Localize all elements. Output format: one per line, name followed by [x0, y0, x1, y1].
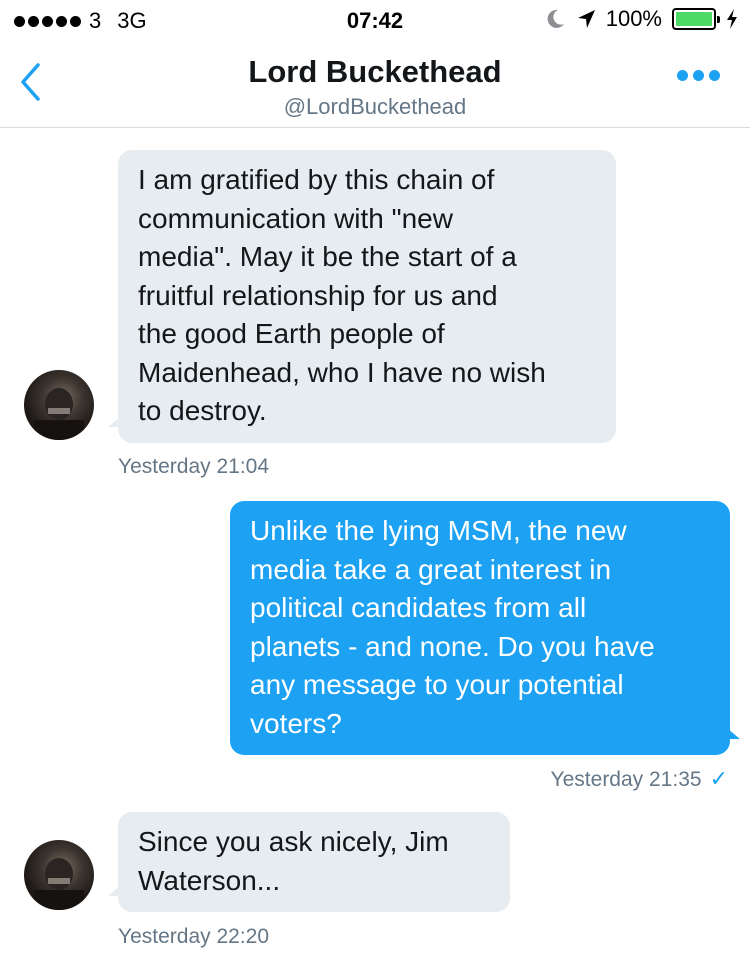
more-dots-icon — [677, 70, 688, 81]
charging-bolt-icon — [727, 9, 737, 29]
avatar-photo — [34, 858, 84, 910]
battery-percent: 100% — [605, 6, 662, 31]
avatar-photo — [34, 388, 84, 440]
status-bar: 3 3G 07:42 100% — [0, 0, 750, 40]
moon-icon — [547, 9, 564, 28]
message-timestamp: Yesterday 21:35 — [550, 768, 702, 791]
incoming-message-bubble[interactable]: I am gratified by this chain of communic… — [108, 150, 616, 443]
read-checkmark-icon: ✓ — [709, 766, 728, 791]
battery-icon — [672, 8, 720, 30]
battery-fill — [676, 12, 712, 26]
message-text: Since you ask nicely, Jim Waterson... — [138, 826, 449, 896]
avatar[interactable] — [24, 370, 94, 440]
conversation-header: Lord Buckethead @LordBuckethead — [0, 40, 750, 128]
avatar[interactable] — [24, 840, 94, 910]
status-right: 100% — [546, 6, 738, 32]
location-arrow-icon — [577, 10, 595, 28]
more-options-button[interactable] — [677, 70, 720, 81]
message-text: I am gratified by this chain of communic… — [138, 164, 546, 426]
contact-name[interactable]: Lord Buckethead — [0, 54, 750, 90]
incoming-message-bubble[interactable]: Since you ask nicely, Jim Waterson... — [108, 812, 510, 912]
message-timestamp-row: Yesterday 21:35 ✓ — [551, 766, 728, 792]
contact-handle: @LordBuckethead — [283, 94, 467, 119]
outgoing-message-bubble[interactable]: Unlike the lying MSM, the new media take… — [230, 501, 740, 755]
message-timestamp: Yesterday 22:20 — [118, 925, 270, 948]
message-text: Unlike the lying MSM, the new media take… — [250, 515, 655, 739]
message-timestamp: Yesterday 21:04 — [118, 455, 270, 478]
